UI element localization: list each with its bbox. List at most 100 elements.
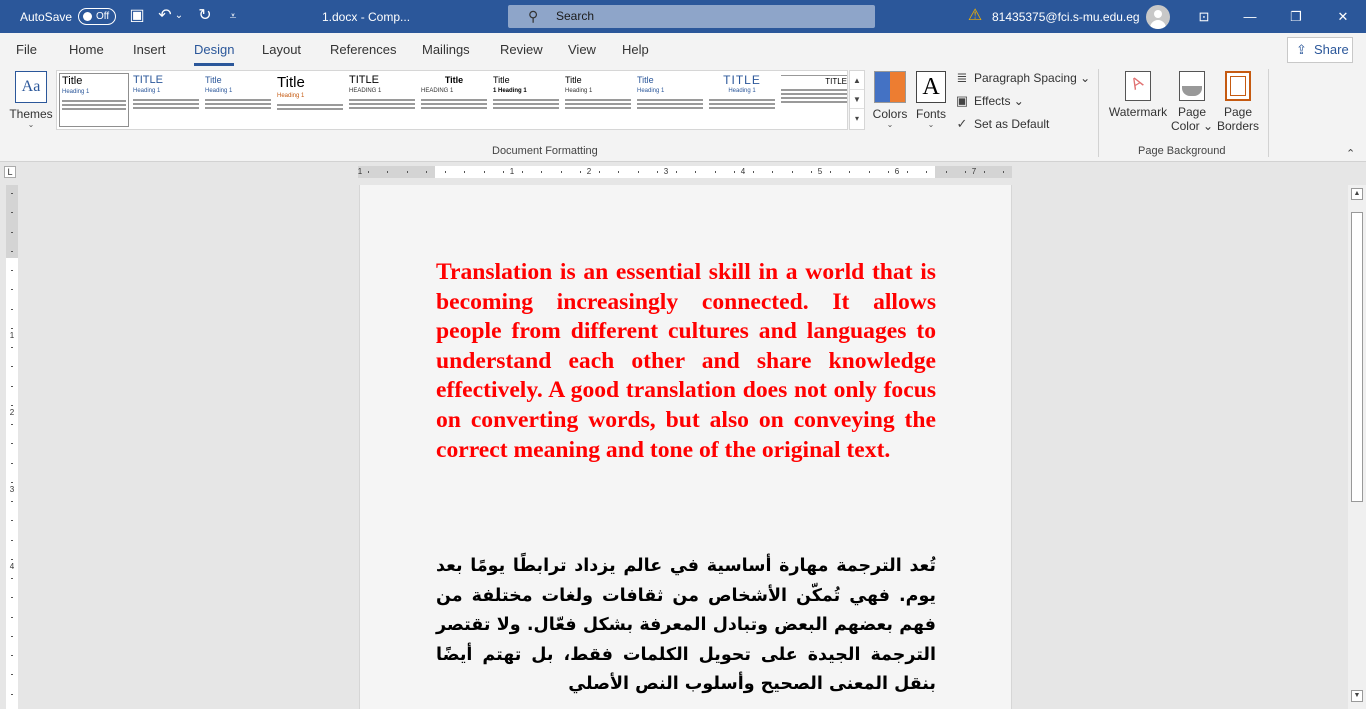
style-set-thumbnail[interactable]: Title 1 Heading 1 [491,73,561,127]
gallery-down-icon[interactable]: ▼ [850,90,864,109]
ruler-tick [560,171,562,173]
page-background-group-label: Page Background [1138,145,1226,157]
ruler-tick [753,171,754,173]
scroll-up-icon[interactable]: ▲ [1351,188,1363,200]
ruler-tick [541,171,543,173]
autosave-toggle[interactable]: Off [78,8,116,25]
ruler-tick [849,171,851,173]
ruler-tick [868,171,870,173]
ribbon-display-icon[interactable]: ⊡ [1181,0,1227,33]
close-icon[interactable]: ✕ [1320,0,1366,33]
colors-button[interactable]: Colors ⌄ [870,69,910,137]
tab-insert[interactable]: Insert [133,42,166,57]
avatar[interactable] [1146,5,1170,29]
scroll-thumb[interactable] [1351,212,1363,502]
style-set-text-line [781,93,847,95]
style-set-thumbnail[interactable]: TITLE [779,73,847,127]
style-set-thumbnail[interactable]: Title Heading 1 [563,73,633,127]
ruler-tick [964,171,966,173]
style-set-thumbnail[interactable]: Title Heading 1 [59,73,129,127]
style-set-text-line [421,99,487,101]
gallery-up-icon[interactable]: ▲ [850,71,864,90]
tab-mailings[interactable]: Mailings [422,42,470,57]
page-borders-label: Page [1223,105,1253,119]
chevron-down-icon: ⌄ [927,120,935,129]
horizontal-ruler[interactable]: 1 1 2 3 4 5 6 7 [358,166,1012,178]
chevron-down-icon: ⌄ [27,120,35,129]
ruler-tick [907,171,908,173]
ruler-tick [445,171,446,173]
page-color-icon [1179,71,1205,101]
set-as-default-label: Set as Default [974,117,1050,131]
effects-icon: ▣ [955,93,969,108]
tab-design[interactable]: Design [194,42,235,66]
undo-icon[interactable]: ↶ [156,7,174,25]
watermark-button[interactable]: Watermark [1108,69,1168,119]
style-set-title: Title [637,75,654,85]
style-set-heading: Heading 1 [62,89,90,95]
style-set-thumbnail[interactable]: TITLE Heading 1 [707,73,777,127]
style-set-text-line [493,99,559,101]
ruler-tick [502,171,504,173]
style-set-title: Title [444,75,464,85]
scroll-down-icon[interactable]: ▼ [1351,690,1363,702]
style-set-thumbnail[interactable]: Title Heading 1 [275,73,345,127]
style-set-thumbnail[interactable]: Title Heading 1 [635,73,705,127]
paragraph-spacing-button[interactable]: ≣ Paragraph Spacing ⌄ [954,69,1091,87]
customize-qat-icon[interactable]: ⩡ [224,7,242,25]
tab-file[interactable]: File [16,42,37,57]
page-color-button[interactable]: Page Color ⌄ [1170,69,1214,133]
tab-selector-icon[interactable]: L [4,166,16,178]
english-paragraph[interactable]: Translation is an essential skill in a w… [436,258,936,465]
ruler-tick [11,289,13,291]
style-set-text-line [133,99,199,101]
minimize-icon[interactable]: — [1227,0,1273,33]
set-as-default-button[interactable]: ✓ Set as Default [954,115,1050,133]
vertical-scrollbar[interactable]: ▲ ▼ [1348,185,1366,709]
page-borders-button[interactable]: Page Borders [1216,69,1260,133]
tab-help[interactable]: Help [622,42,649,57]
search-input[interactable]: ⚲ Search [508,5,875,28]
ruler-tick [11,231,13,233]
ruler-tick [637,171,639,173]
style-set-thumbnail[interactable]: TITLE Heading 1 [131,73,201,127]
effects-button[interactable]: ▣ Effects ⌄ [954,92,1024,110]
warning-icon[interactable]: ⚠ [966,7,984,25]
style-set-text-line [565,99,631,101]
maximize-icon[interactable]: ❐ [1273,0,1319,33]
page-borders-icon [1225,71,1251,101]
tab-view[interactable]: View [568,42,596,57]
arabic-paragraph[interactable]: تُعد الترجمة مهارة أساسية في عالم يزداد … [436,552,936,700]
autosave-label: AutoSave [20,10,73,24]
style-set-heading: Heading 1 [205,88,233,94]
style-set-text-line [493,107,559,109]
style-set-thumbnail[interactable]: Title HEADING 1 [419,73,489,127]
style-set-text-line [349,103,415,105]
ruler-tick [11,520,13,522]
themes-button[interactable]: Aa Themes ⌄ [8,69,54,137]
gallery-scroll: ▲ ▼ ▾ [849,70,865,130]
fonts-button[interactable]: A Fonts ⌄ [912,69,950,137]
tab-home[interactable]: Home [69,42,104,57]
ruler-tick [11,462,13,464]
tab-references[interactable]: References [330,42,396,57]
style-set-heading: HEADING 1 [349,88,382,94]
undo-dropdown-icon[interactable]: ⌄ [174,7,184,25]
share-button[interactable]: Share [1287,37,1353,63]
document-title[interactable]: 1.docx - Comp... [322,10,410,24]
style-set-thumbnail[interactable]: Title Heading 1 [203,73,273,127]
save-icon[interactable]: ▣ [128,7,146,25]
gallery-more-icon[interactable]: ▾ [850,109,864,128]
style-set-thumbnail[interactable]: TITLE HEADING 1 [347,73,417,127]
redo-icon[interactable]: ↻ [196,7,214,25]
ruler-tick [984,171,985,173]
collapse-ribbon-icon[interactable]: ⌃ [1346,147,1355,160]
page-color-label: Page [1177,105,1207,119]
tab-review[interactable]: Review [500,42,543,57]
ribbon-tabs: File Home Insert Design Layout Reference… [0,33,1366,67]
account-name[interactable]: 81435375@fci.s-mu.edu.eg [992,10,1140,24]
style-set-text-line [133,103,199,105]
tab-layout[interactable]: Layout [262,42,301,57]
ruler-tick [368,171,369,173]
vertical-ruler[interactable]: 1 2 3 4 [6,185,18,709]
